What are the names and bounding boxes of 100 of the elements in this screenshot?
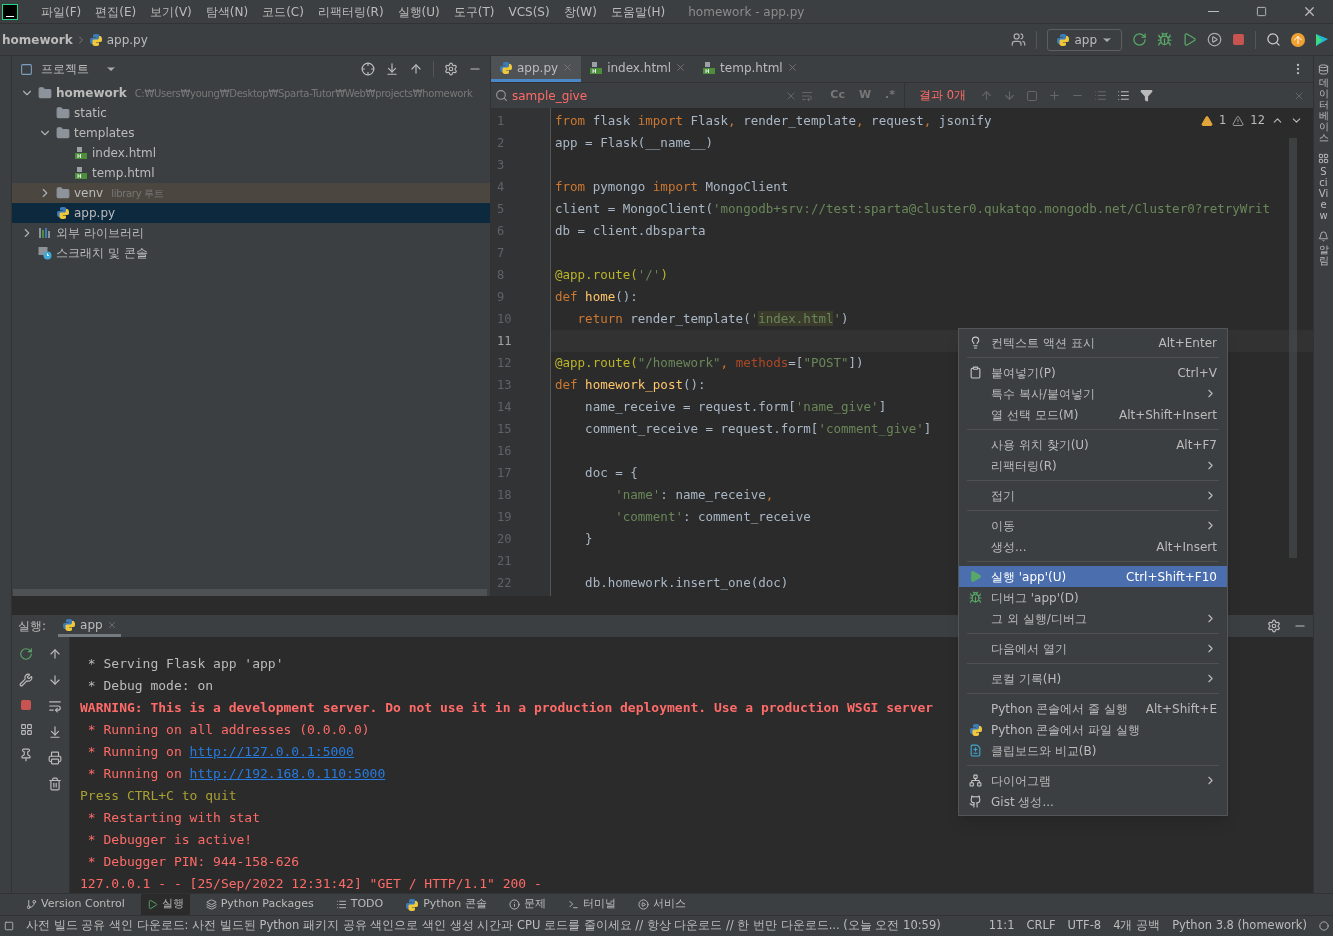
warning-count[interactable]: 1 bbox=[1219, 112, 1227, 130]
plugin-logo-icon[interactable] bbox=[1315, 32, 1329, 47]
menu-item[interactable]: 도구(T) bbox=[446, 2, 502, 21]
editor-tab[interactable]: app.py bbox=[491, 56, 582, 82]
tree-item[interactable]: homework C:₩Users₩young₩Desktop₩Sparta-Tutor₩Web₩projects₩homework bbox=[12, 83, 490, 103]
console-link[interactable]: http://192.168.0.110:5000 bbox=[189, 766, 386, 781]
side-tab[interactable]: SciView bbox=[1318, 166, 1329, 221]
stop-icon[interactable] bbox=[20, 699, 33, 711]
scroll-to-end-icon[interactable] bbox=[47, 725, 62, 739]
side-tab[interactable]: 알림 bbox=[1318, 244, 1329, 266]
menu-item[interactable]: 사용 위치 찾기(U) Alt+F7 bbox=[959, 434, 1227, 455]
menu-item[interactable]: 열 선택 모드(M) Alt+Shift+Insert bbox=[959, 404, 1227, 425]
locate-icon[interactable] bbox=[361, 62, 375, 76]
menu-item[interactable]: 리팩터링(R) bbox=[310, 2, 391, 21]
menu-item[interactable]: 파일(F) bbox=[34, 2, 89, 21]
breadcrumb[interactable]: homework bbox=[2, 30, 73, 49]
print-icon[interactable] bbox=[47, 751, 62, 765]
settings-icon[interactable] bbox=[1267, 619, 1281, 633]
up-icon[interactable] bbox=[47, 647, 62, 661]
menu-item[interactable]: 접기 bbox=[959, 485, 1227, 506]
menu-item[interactable]: Python 콘솔에서 파일 실행 bbox=[959, 719, 1227, 740]
filter-icon[interactable] bbox=[1140, 89, 1153, 102]
menu-item[interactable]: 실행 'app'(U) Ctrl+Shift+F10 bbox=[959, 566, 1227, 587]
pin-icon[interactable] bbox=[19, 748, 34, 762]
tool-window-tab[interactable]: 서비스 bbox=[631, 894, 692, 915]
trash-icon[interactable] bbox=[47, 777, 62, 791]
tree-item[interactable]: 외부 라이브러리 bbox=[12, 223, 490, 243]
editor-tab[interactable]: temp.html bbox=[694, 56, 806, 82]
menu-item[interactable]: 클립보드와 비교(B) bbox=[959, 740, 1227, 761]
tree-item-note: C:₩Users₩young₩Desktop₩Sparta-Tutor₩Web₩projects₩homework bbox=[134, 86, 473, 101]
menu-item[interactable]: 생성... Alt+Insert bbox=[959, 536, 1227, 557]
breadcrumb[interactable]: app.py bbox=[106, 30, 148, 49]
status-item[interactable]: 4개 공백 bbox=[1113, 917, 1161, 935]
layout-icon[interactable] bbox=[19, 723, 33, 736]
find-field[interactable]: sample_give bbox=[512, 86, 782, 105]
rerun-icon[interactable] bbox=[1132, 32, 1147, 47]
editor-tab[interactable]: index.html bbox=[581, 56, 695, 82]
branch-icon bbox=[26, 899, 37, 910]
collapse-all-icon[interactable] bbox=[409, 62, 423, 76]
tree-item[interactable]: templates bbox=[12, 123, 490, 143]
menu-item[interactable]: 디버그 'app'(D) bbox=[959, 587, 1227, 608]
menu-item[interactable]: 리팩터링(R) bbox=[959, 455, 1227, 476]
scrollbar[interactable] bbox=[13, 588, 487, 596]
menu-item[interactable]: 로컬 기록(H) bbox=[959, 668, 1227, 689]
bug-icon[interactable] bbox=[1157, 32, 1172, 47]
search-icon[interactable] bbox=[1266, 32, 1281, 47]
menu-item[interactable]: 도움말(H) bbox=[603, 2, 673, 21]
menu-item[interactable]: 이동 bbox=[959, 515, 1227, 536]
tree-item[interactable]: 스크래치 및 콘솔 bbox=[12, 243, 490, 263]
down-icon[interactable] bbox=[47, 673, 62, 687]
menu-item[interactable]: 붙여넣기(P) Ctrl+V bbox=[959, 362, 1227, 383]
code-line: name_receive = request.form['name_give'] bbox=[584, 399, 887, 414]
bell-icon[interactable] bbox=[1318, 231, 1329, 242]
console-link[interactable]: http://127.0.0.1:5000 bbox=[189, 744, 354, 759]
menu-item[interactable]: 편집(E) bbox=[88, 2, 144, 21]
warning-count[interactable]: 12 bbox=[1250, 112, 1265, 130]
tool-window-tab[interactable]: 문제 bbox=[502, 894, 552, 915]
status-item[interactable]: 11:1 bbox=[988, 917, 1015, 935]
html-file-icon bbox=[74, 166, 88, 180]
tool-window-tab[interactable]: Python Packages bbox=[199, 894, 320, 915]
status-message[interactable]: 사전 빌드 공유 색인 다운로드: 사전 빌드된 Python 패키지 공유 색인으로 색인 생성 시간과 CPU 로드를 줄이세요 // 항상 다운로드 // 한 번만 다운로드... (오늘 오전 10:59) bbox=[26, 917, 941, 935]
update-icon[interactable] bbox=[1291, 32, 1305, 47]
status-item[interactable]: Python 3.8 (homework) bbox=[1172, 917, 1307, 935]
rerun-icon[interactable] bbox=[19, 647, 34, 661]
menu-item[interactable]: Gist 생성... bbox=[959, 791, 1227, 812]
menu-item[interactable]: 다이어그램 bbox=[959, 770, 1227, 791]
menu-item[interactable]: 코드(C) bbox=[255, 2, 311, 21]
soft-wrap-icon[interactable] bbox=[47, 699, 62, 713]
tree-item[interactable]: index.html bbox=[12, 143, 490, 163]
tool-window-tab[interactable]: Version Control bbox=[20, 894, 131, 915]
menu-item[interactable]: 창(W) bbox=[556, 2, 604, 21]
tool-window-tab[interactable]: TODO bbox=[329, 894, 390, 915]
tool-window-tab[interactable]: Python 콘솔 bbox=[399, 894, 493, 915]
wrench-icon[interactable] bbox=[19, 673, 34, 687]
tree-item[interactable]: temp.html bbox=[12, 163, 490, 183]
menu-item[interactable]: 그 외 실행/디버그 bbox=[959, 608, 1227, 629]
status-item[interactable]: CRLF bbox=[1026, 917, 1056, 935]
filter-options-icon[interactable] bbox=[1117, 89, 1130, 102]
run-config-dropdown[interactable]: app bbox=[1047, 28, 1122, 51]
tree-item[interactable]: app.py bbox=[12, 203, 490, 223]
tool-window-tab[interactable]: 실행 bbox=[140, 894, 190, 915]
tree-item-label: static bbox=[74, 105, 107, 122]
expand-all-icon[interactable] bbox=[385, 62, 399, 76]
status-item[interactable]: UTF-8 bbox=[1067, 917, 1102, 935]
menu-item[interactable]: 특수 복사/붙여넣기 bbox=[959, 383, 1227, 404]
scrollbar[interactable] bbox=[1289, 138, 1297, 558]
side-tab[interactable]: 데이터베이스 bbox=[1318, 77, 1329, 143]
menu-item[interactable]: 실행(U) bbox=[390, 2, 447, 21]
menu-item[interactable]: VCS(S) bbox=[501, 2, 557, 21]
menu-item[interactable]: 다음에서 열기 bbox=[959, 638, 1227, 659]
menu-item[interactable]: 보기(V) bbox=[143, 2, 199, 21]
database-icon[interactable] bbox=[1318, 64, 1329, 75]
grid-icon[interactable] bbox=[1318, 153, 1329, 164]
users-icon[interactable] bbox=[1011, 32, 1027, 47]
tree-item[interactable]: static bbox=[12, 103, 490, 123]
menu-item[interactable]: Python 콘솔에서 줄 실행 Alt+Shift+E bbox=[959, 698, 1227, 719]
tool-window-tab[interactable]: 터미널 bbox=[561, 894, 622, 915]
settings-icon[interactable] bbox=[444, 62, 458, 76]
menu-item[interactable]: 탐색(N) bbox=[198, 2, 256, 21]
stop-icon[interactable] bbox=[1232, 33, 1245, 46]
